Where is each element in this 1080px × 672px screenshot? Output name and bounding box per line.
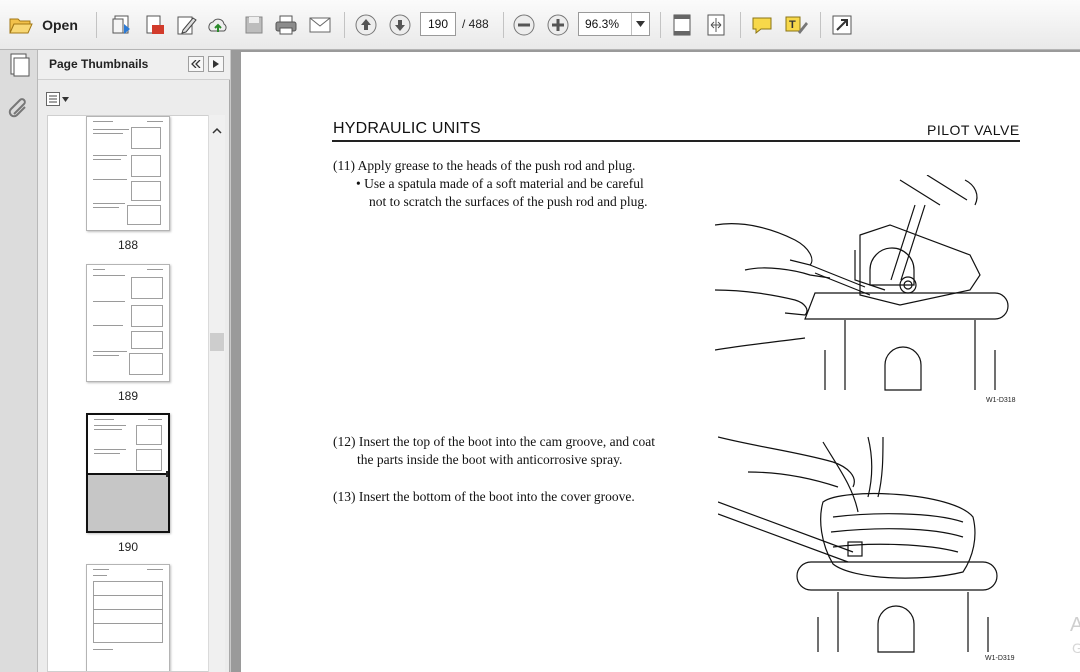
create-pdf-button[interactable] xyxy=(108,10,136,40)
chevron-down-icon xyxy=(62,96,69,102)
edit-document-icon xyxy=(177,16,197,35)
folder-icon xyxy=(9,18,33,34)
collapse-panel-button[interactable] xyxy=(188,56,204,72)
create-pdf-icon xyxy=(112,15,130,34)
printer-icon xyxy=(275,15,297,35)
save-icon xyxy=(245,16,263,34)
thumbnail-page-191[interactable] xyxy=(86,564,170,671)
figure-1-caption: W1-D318 xyxy=(986,397,1016,404)
toolbar-separator xyxy=(503,12,504,38)
full-screen-button[interactable] xyxy=(828,10,856,40)
pdf-export-button[interactable] xyxy=(140,10,168,40)
expand-icon xyxy=(832,15,852,35)
scrollbar-thumb[interactable] xyxy=(210,333,224,351)
activation-watermark-line-2: G xyxy=(1072,640,1080,656)
options-list-icon xyxy=(46,92,60,106)
toolbar-separator xyxy=(96,12,97,38)
comment-button[interactable] xyxy=(748,10,776,40)
open-label: Open xyxy=(42,17,78,33)
previous-page-button[interactable] xyxy=(352,10,380,40)
toolbar-separator xyxy=(820,12,821,38)
fit-page-button[interactable] xyxy=(668,10,696,40)
mail-icon xyxy=(309,17,331,33)
step-11-line-3: not to scratch the surfaces of the push … xyxy=(369,194,648,209)
pilot-valve-boot-figure xyxy=(718,436,998,653)
thumbnail-list: 188 189 190 xyxy=(47,115,209,672)
upload-button[interactable] xyxy=(204,10,232,40)
toolbar-separator xyxy=(344,12,345,38)
open-button[interactable]: Open xyxy=(6,10,80,40)
toolbar-separator xyxy=(740,12,741,38)
zoom-in-button[interactable] xyxy=(544,10,572,40)
thumbnail-page-190-current[interactable] xyxy=(86,413,170,533)
minus-icon xyxy=(513,14,535,36)
double-chevron-left-icon xyxy=(191,60,201,68)
thumbnail-page-188[interactable] xyxy=(86,116,170,231)
next-page-button[interactable] xyxy=(386,10,414,40)
header-rule xyxy=(332,140,1020,142)
main-toolbar: Open 190 / 488 96.3% T xyxy=(0,0,1080,50)
page-number-input[interactable]: 190 xyxy=(420,12,456,36)
zoom-select[interactable]: 96.3% xyxy=(578,12,650,36)
fit-width-button[interactable] xyxy=(702,10,730,40)
step-11-line-1: (11) Apply grease to the heads of the pu… xyxy=(333,158,636,173)
email-button[interactable] xyxy=(306,10,334,40)
cloud-upload-icon xyxy=(208,18,227,32)
thumbnail-label: 189 xyxy=(117,389,139,403)
expand-panel-button[interactable] xyxy=(208,56,224,72)
page-total: / 488 xyxy=(462,17,489,31)
highlight-button[interactable]: T xyxy=(782,10,810,40)
fit-page-icon xyxy=(673,14,691,36)
thumbnail-page-189[interactable] xyxy=(86,264,170,382)
thumbnail-options-button[interactable] xyxy=(46,90,72,108)
save-button[interactable] xyxy=(240,10,268,40)
chevron-down-icon[interactable] xyxy=(631,13,649,35)
highlight-text-icon: T xyxy=(785,16,808,34)
pilot-valve-grease-figure xyxy=(715,175,1009,391)
page-thumbnails-icon[interactable] xyxy=(8,52,30,83)
triangle-right-icon xyxy=(213,60,219,68)
thumbnail-scrollbar[interactable] xyxy=(208,115,225,672)
step-12-line-1: (12) Insert the top of the boot into the… xyxy=(333,434,656,449)
edit-button[interactable] xyxy=(172,10,200,40)
step-12-line-2: the parts inside the boot with anticorro… xyxy=(357,452,623,467)
section-subheader: PILOT VALVE xyxy=(927,122,1020,138)
print-button[interactable] xyxy=(272,10,300,40)
thumbnail-label: 190 xyxy=(117,540,139,554)
pdf-file-icon xyxy=(146,15,164,34)
zoom-value: 96.3% xyxy=(585,17,620,31)
fit-width-icon xyxy=(707,14,725,36)
activation-watermark: A xyxy=(1070,614,1080,636)
section-header: HYDRAULIC UNITS xyxy=(333,120,481,137)
chevron-up-icon[interactable] xyxy=(212,121,222,139)
svg-text:T: T xyxy=(789,19,796,31)
arrow-up-icon xyxy=(355,14,377,36)
figure-2-caption: W1-D319 xyxy=(985,655,1015,662)
comment-icon xyxy=(752,17,772,35)
step-11-line-2: • Use a spatula made of a soft material … xyxy=(356,176,644,191)
panel-title: Page Thumbnails xyxy=(49,57,149,71)
thumbnail-label: 188 xyxy=(117,238,139,252)
panel-header: Page Thumbnails xyxy=(38,50,230,80)
attachments-icon[interactable] xyxy=(8,96,30,123)
plus-icon xyxy=(547,14,569,36)
toolbar-separator xyxy=(660,12,661,38)
arrow-down-icon xyxy=(389,14,411,36)
zoom-out-button[interactable] xyxy=(510,10,538,40)
step-13-line-1: (13) Insert the bottom of the boot into … xyxy=(333,489,635,504)
navigation-strip xyxy=(0,50,38,672)
